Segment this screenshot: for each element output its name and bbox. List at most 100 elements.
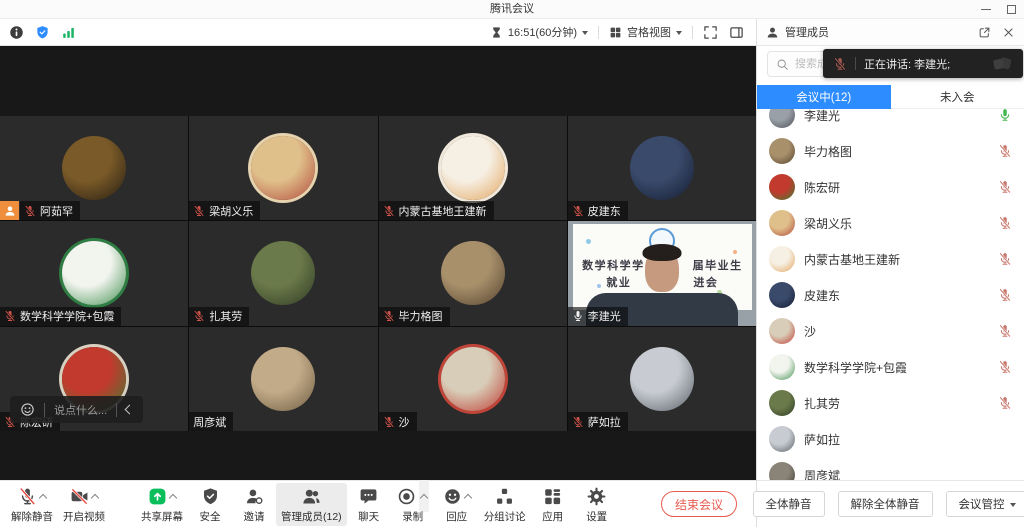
speaking-now-text: 正在讲话: 李建光; bbox=[864, 56, 950, 72]
video-tile-8[interactable]: 数学科学学届毕业生 就业进会 李建光 bbox=[568, 221, 756, 325]
member-mic-muted-icon[interactable] bbox=[998, 396, 1012, 410]
video-tile-1[interactable]: 阿茹罕 bbox=[0, 116, 188, 220]
toolbar-item-record[interactable]: 录制 bbox=[391, 483, 435, 526]
member-row[interactable]: 李建光 bbox=[757, 109, 1024, 133]
participant-name: 数学科学学院+包霞 bbox=[20, 308, 114, 324]
mic-muted-icon bbox=[383, 310, 395, 322]
meeting-secured-shield-icon[interactable] bbox=[35, 25, 50, 40]
toolbar-item-label: 共享屏幕 bbox=[141, 509, 183, 524]
member-row[interactable]: 数学科学学院+包霞 bbox=[757, 349, 1024, 385]
member-row[interactable]: 梁胡义乐 bbox=[757, 205, 1024, 241]
panel-title: 管理成员 bbox=[785, 24, 829, 40]
invite-icon bbox=[245, 487, 264, 506]
member-row[interactable]: 沙 bbox=[757, 313, 1024, 349]
toolbar-item-apps[interactable]: 应用 bbox=[531, 483, 575, 526]
button-label: 会议管控 bbox=[959, 496, 1005, 512]
toolbar-item-label: 设置 bbox=[586, 509, 607, 524]
tab-not-joined[interactable]: 未入会 bbox=[891, 85, 1024, 109]
toolbar-item-label: 应用 bbox=[542, 509, 563, 524]
emoji-smiley-icon[interactable] bbox=[20, 402, 35, 417]
participant-name: 萨如拉 bbox=[588, 414, 621, 430]
view-mode-dropdown[interactable]: 宫格视图 bbox=[609, 24, 682, 40]
host-badge bbox=[0, 201, 19, 220]
info-icon[interactable] bbox=[9, 25, 24, 40]
tile-bottom-bar: 阿茹罕 bbox=[0, 201, 80, 220]
video-grid: 阿茹罕 梁胡义乐 内蒙古基地王建新 皮建东数学科学学院+包霞 扎其劳毕力格图 数学科学学… bbox=[0, 116, 756, 431]
member-row[interactable]: 陈宏研 bbox=[757, 169, 1024, 205]
video-tile-4[interactable]: 皮建东 bbox=[568, 116, 756, 220]
member-avatar bbox=[769, 138, 795, 164]
member-list[interactable]: 李建光毕力格图陈宏研梁胡义乐内蒙古基地王建新皮建东沙数学科学学院+包霞扎其劳萨如… bbox=[757, 109, 1024, 480]
video-tile-11[interactable]: 沙 bbox=[379, 327, 567, 431]
toolbar-item-shield[interactable]: 安全 bbox=[188, 483, 232, 526]
member-mic-muted-icon[interactable] bbox=[998, 324, 1012, 338]
fullscreen-icon[interactable] bbox=[703, 25, 718, 40]
participant-avatar bbox=[441, 241, 505, 305]
toolbar-item-members[interactable]: 管理成员(12) bbox=[276, 483, 347, 526]
chevron-up-icon[interactable] bbox=[170, 486, 176, 506]
mic-muted-icon bbox=[572, 205, 584, 217]
member-row[interactable]: 萨如拉 bbox=[757, 421, 1024, 457]
member-mic-muted-icon[interactable] bbox=[998, 360, 1012, 374]
chevron-up-icon[interactable] bbox=[40, 486, 46, 506]
toolbar-item-react[interactable]: 回应 bbox=[435, 483, 479, 526]
tab-in-meeting[interactable]: 会议中(12) bbox=[757, 85, 891, 109]
toolbar-item-mic-off[interactable]: 解除静音 bbox=[6, 483, 58, 526]
member-row[interactable]: 周彦斌 bbox=[757, 457, 1024, 480]
mute-all-button[interactable]: 全体静音 bbox=[753, 491, 825, 517]
chevron-up-icon[interactable] bbox=[465, 486, 471, 506]
tile-bottom-bar: 内蒙古基地王建新 bbox=[379, 201, 494, 220]
member-row[interactable]: 毕力格图 bbox=[757, 133, 1024, 169]
slide-text: 数学科学学 bbox=[582, 257, 645, 273]
chevron-up-icon[interactable] bbox=[419, 480, 429, 512]
quick-chat-bubble[interactable]: 说点什么... bbox=[10, 396, 143, 423]
toolbar-item-gear[interactable]: 设置 bbox=[575, 483, 619, 526]
chevron-left-collapse-icon[interactable] bbox=[125, 405, 135, 415]
breakout-icon bbox=[495, 487, 514, 506]
member-mic-muted-icon[interactable] bbox=[998, 216, 1012, 230]
video-tile-10[interactable]: 周彦斌 bbox=[189, 327, 377, 431]
unmute-all-button[interactable]: 解除全体静音 bbox=[838, 491, 933, 517]
popout-panel-icon[interactable] bbox=[978, 26, 991, 39]
close-panel-icon[interactable] bbox=[1002, 26, 1015, 39]
mic-muted-icon bbox=[193, 205, 205, 217]
share-icon bbox=[148, 487, 167, 506]
toolbar-item-chat[interactable]: 聊天 bbox=[347, 483, 391, 526]
video-tile-5[interactable]: 数学科学学院+包霞 bbox=[0, 221, 188, 325]
video-tile-6[interactable]: 扎其劳 bbox=[189, 221, 377, 325]
participant-name: 梁胡义乐 bbox=[209, 203, 253, 219]
video-tile-3[interactable]: 内蒙古基地王建新 bbox=[379, 116, 567, 220]
member-row[interactable]: 皮建东 bbox=[757, 277, 1024, 313]
toolbar-item-cam-off[interactable]: 开启视频 bbox=[58, 483, 110, 526]
member-avatar bbox=[769, 318, 795, 344]
meeting-toolbar-top: 16:51(60分钟) 宫格视图 bbox=[0, 19, 756, 46]
maximize-button[interactable] bbox=[1007, 5, 1016, 14]
toolbar-item-breakout[interactable]: 分组讨论 bbox=[479, 483, 531, 526]
minimize-button[interactable] bbox=[981, 9, 991, 10]
toolbar-item-invite[interactable]: 邀请 bbox=[232, 483, 276, 526]
member-mic-muted-icon[interactable] bbox=[998, 144, 1012, 158]
toolbar-item-share[interactable]: 共享屏幕 bbox=[136, 483, 188, 526]
divider bbox=[692, 26, 693, 39]
participant-name: 沙 bbox=[399, 414, 410, 430]
meeting-control-button[interactable]: 会议管控 bbox=[946, 491, 1024, 517]
member-mic-muted-icon[interactable] bbox=[998, 252, 1012, 266]
video-tile-12[interactable]: 萨如拉 bbox=[568, 327, 756, 431]
member-avatar bbox=[769, 109, 795, 128]
member-row[interactable]: 扎其劳 bbox=[757, 385, 1024, 421]
chevron-up-icon[interactable] bbox=[92, 486, 98, 506]
member-mic-on-icon[interactable] bbox=[998, 109, 1012, 122]
video-tile-7[interactable]: 毕力格图 bbox=[379, 221, 567, 325]
member-mic-muted-icon[interactable] bbox=[998, 288, 1012, 302]
member-mic-muted-icon[interactable] bbox=[998, 180, 1012, 194]
speaker-hair bbox=[642, 244, 681, 261]
meeting-duration-dropdown[interactable]: 16:51(60分钟) bbox=[490, 24, 588, 40]
video-tile-2[interactable]: 梁胡义乐 bbox=[189, 116, 377, 220]
end-meeting-button[interactable]: 结束会议 bbox=[661, 491, 737, 517]
quick-chat-placeholder[interactable]: 说点什么... bbox=[54, 402, 107, 418]
network-signal-icon[interactable] bbox=[61, 25, 76, 40]
mic-muted-icon bbox=[833, 57, 847, 71]
member-row[interactable]: 内蒙古基地王建新 bbox=[757, 241, 1024, 277]
person-icon bbox=[4, 205, 16, 217]
side-panel-layout-icon[interactable] bbox=[729, 25, 744, 40]
